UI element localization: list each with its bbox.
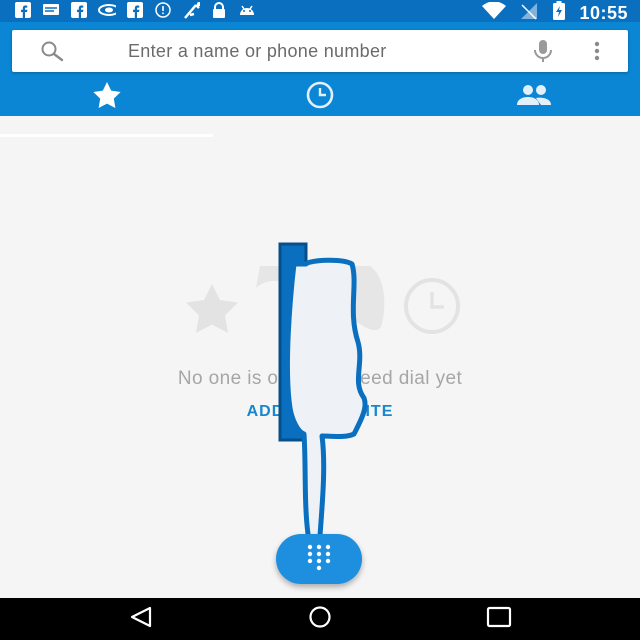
star-icon [92, 81, 122, 114]
search-icon[interactable] [40, 40, 66, 67]
tab-speed-dial[interactable] [0, 78, 213, 116]
dialpad-button[interactable] [276, 534, 362, 584]
back-icon [128, 606, 154, 633]
facebook-icon [70, 2, 88, 18]
people-icon [516, 83, 552, 112]
recents-icon [485, 606, 513, 633]
android-icon [238, 2, 256, 18]
search-input[interactable]: Enter a name or phone number [128, 41, 387, 62]
pointing-hand-overlay [270, 236, 380, 561]
back-button[interactable] [126, 606, 156, 633]
facebook-icon [126, 2, 144, 18]
home-button[interactable] [305, 605, 335, 633]
notification-icons [14, 2, 256, 19]
signal-boost-icon [182, 2, 200, 19]
clock-icon [304, 81, 336, 114]
facebook-icon [14, 2, 32, 18]
clock-time: 10:55 [579, 3, 628, 23]
alert-icon [154, 2, 172, 18]
tab-contacts[interactable] [427, 78, 640, 116]
status-bar: 10:55 [0, 0, 640, 23]
dialpad-icon [304, 542, 334, 577]
lock-icon [210, 2, 228, 18]
message-icon [42, 2, 60, 18]
star-icon [186, 284, 238, 333]
home-icon [305, 605, 335, 633]
more-options-icon[interactable] [592, 40, 602, 67]
recents-button[interactable] [484, 606, 514, 633]
app-bar: Enter a name or phone number [0, 22, 640, 137]
search-box[interactable]: Enter a name or phone number [12, 30, 628, 72]
tab-recents[interactable] [213, 78, 426, 116]
navigation-bar [0, 598, 640, 640]
microphone-icon[interactable] [532, 39, 554, 68]
vpn-icon [98, 2, 116, 18]
